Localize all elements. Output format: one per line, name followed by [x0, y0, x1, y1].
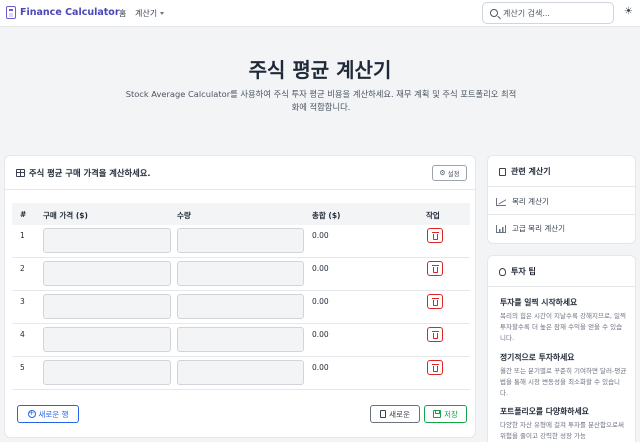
table-header: # 구매 가격 ($) 수량 총합 ($) 작업	[12, 203, 470, 225]
delete-row-button[interactable]	[427, 327, 443, 342]
calculator-icon	[6, 6, 16, 19]
quantity-input[interactable]	[177, 228, 304, 253]
trash-icon	[431, 264, 439, 273]
table-row: 4 0.00	[12, 324, 470, 357]
tip-title: 정기적으로 투자하세요	[500, 353, 575, 362]
trash-icon	[431, 231, 439, 240]
column-header-index: #	[20, 210, 27, 219]
hero-section: 주식 평균 계산기 Stock Average Calculator를 사용하여…	[0, 28, 640, 139]
card-divider	[5, 189, 475, 190]
row-number: 5	[20, 363, 25, 372]
table-icon	[16, 169, 25, 177]
related-title-text: 관련 계산기	[511, 167, 551, 176]
related-link-advanced-compound[interactable]: 고급 복리 계산기	[496, 223, 565, 234]
column-header-total: 총합 ($)	[312, 211, 341, 220]
row-total: 0.00	[312, 231, 329, 240]
price-input[interactable]	[43, 360, 171, 385]
brand-name: Finance Calculator	[20, 7, 120, 18]
column-header-price: 구매 가격 ($)	[43, 211, 88, 220]
row-total: 0.00	[312, 297, 329, 306]
add-row-label: 새로운 행	[38, 409, 69, 419]
nav-calculators-dropdown[interactable]: 계산기	[135, 8, 165, 19]
related-calculators-card: 관련 계산기 복리 계산기 고급 복리 계산기	[487, 155, 636, 244]
quantity-input[interactable]	[177, 327, 304, 352]
tip-item: 포트폴리오를 다양화하세요 다양한 자산 유형에 걸쳐 투자를 분산함으로써 위…	[500, 406, 628, 442]
chevron-down-icon	[160, 12, 165, 15]
tip-item: 투자를 일찍 시작하세요 복리의 힘은 시간이 지날수록 강해지므로, 일찍 투…	[500, 297, 628, 344]
row-number: 1	[20, 231, 25, 240]
column-header-actions: 작업	[426, 211, 440, 220]
price-input[interactable]	[43, 327, 171, 352]
calculator-title: 주식 평균 구매 가격을 계산하세요.	[16, 167, 151, 179]
tips-title-text: 투자 팁	[511, 267, 536, 276]
calculator-card: 주식 평균 구매 가격을 계산하세요. ⚙ 설정 # 구매 가격 ($) 수량 …	[4, 155, 476, 438]
trash-icon	[431, 363, 439, 372]
table-row: 5 0.00	[12, 357, 470, 390]
new-button[interactable]: 새로운	[370, 405, 420, 423]
save-label: 저장	[444, 409, 458, 419]
delete-row-button[interactable]	[427, 228, 443, 243]
link-divider	[488, 214, 635, 215]
lightbulb-icon	[499, 267, 506, 276]
tip-body: 복리의 힘은 시간이 지날수록 강해지므로, 일찍 투자할수록 더 높은 잠재 …	[500, 312, 627, 342]
document-icon	[499, 167, 506, 176]
column-header-quantity: 수량	[177, 211, 191, 220]
page-description: Stock Average Calculator를 사용하여 주식 투자 평균 …	[125, 89, 517, 112]
table-row: 3 0.00	[12, 291, 470, 324]
tips-divider	[488, 286, 635, 287]
line-chart-icon	[496, 197, 506, 206]
table-row: 1 0.00	[12, 225, 470, 258]
price-input[interactable]	[43, 261, 171, 286]
row-total: 0.00	[312, 363, 329, 372]
row-number: 4	[20, 330, 25, 339]
tip-title: 투자를 일찍 시작하세요	[500, 298, 578, 307]
settings-button[interactable]: ⚙ 설정	[432, 165, 467, 181]
brand-link[interactable]: Finance Calculator	[6, 6, 120, 19]
save-icon	[433, 410, 442, 418]
calculator-title-text: 주식 평균 구매 가격을 계산하세요.	[29, 168, 151, 178]
related-link-label: 고급 복리 계산기	[512, 224, 566, 233]
tip-item: 정기적으로 투자하세요 월간 또는 분기별로 꾸준히 기여하면 달러-평균법을 …	[500, 352, 628, 399]
trash-icon	[431, 297, 439, 306]
quantity-input[interactable]	[177, 261, 304, 286]
related-link-compound[interactable]: 복리 계산기	[496, 196, 549, 207]
quantity-input[interactable]	[177, 294, 304, 319]
price-input[interactable]	[43, 228, 171, 253]
row-number: 2	[20, 264, 25, 273]
related-title: 관련 계산기	[499, 166, 551, 177]
delete-row-button[interactable]	[427, 294, 443, 309]
tip-body: 월간 또는 분기별로 꾸준히 기여하면 달러-평균법을 통해 시장 변동성을 최…	[500, 367, 627, 397]
save-button[interactable]: 저장	[424, 405, 467, 423]
top-navbar: Finance Calculator 홈 계산기 ☀	[0, 0, 640, 27]
row-total: 0.00	[312, 330, 329, 339]
investment-tips-card: 투자 팁 투자를 일찍 시작하세요 복리의 힘은 시간이 지날수록 강해지므로,…	[487, 255, 636, 442]
settings-label: 설정	[447, 170, 460, 178]
nav-home-link[interactable]: 홈	[119, 8, 126, 19]
row-total: 0.00	[312, 264, 329, 273]
add-row-button[interactable]: + 새로운 행	[17, 405, 79, 423]
gear-icon: ⚙	[439, 169, 446, 177]
delete-row-button[interactable]	[427, 261, 443, 276]
new-label: 새로운	[389, 409, 410, 419]
file-icon	[380, 410, 387, 418]
page-title: 주식 평균 계산기	[248, 58, 392, 82]
delete-row-button[interactable]	[427, 360, 443, 375]
search-box	[482, 2, 614, 24]
related-divider	[488, 186, 635, 187]
nav-calculators-label: 계산기	[135, 9, 158, 18]
table-row: 2 0.00	[12, 258, 470, 291]
trash-icon	[431, 330, 439, 339]
tip-title: 포트폴리오를 다양화하세요	[500, 407, 589, 416]
search-input[interactable]	[503, 8, 603, 18]
row-number: 3	[20, 297, 25, 306]
tip-body: 다양한 자산 유형에 걸쳐 투자를 분산함으로써 위험을 줄이고 강력한 성장 …	[500, 421, 624, 440]
tips-title: 투자 팁	[499, 266, 536, 277]
related-link-label: 복리 계산기	[512, 197, 549, 206]
sun-icon[interactable]: ☀	[624, 6, 633, 17]
bar-chart-icon	[496, 224, 506, 233]
search-icon	[490, 9, 498, 17]
quantity-input[interactable]	[177, 360, 304, 385]
price-input[interactable]	[43, 294, 171, 319]
plus-circle-icon: +	[27, 409, 36, 418]
